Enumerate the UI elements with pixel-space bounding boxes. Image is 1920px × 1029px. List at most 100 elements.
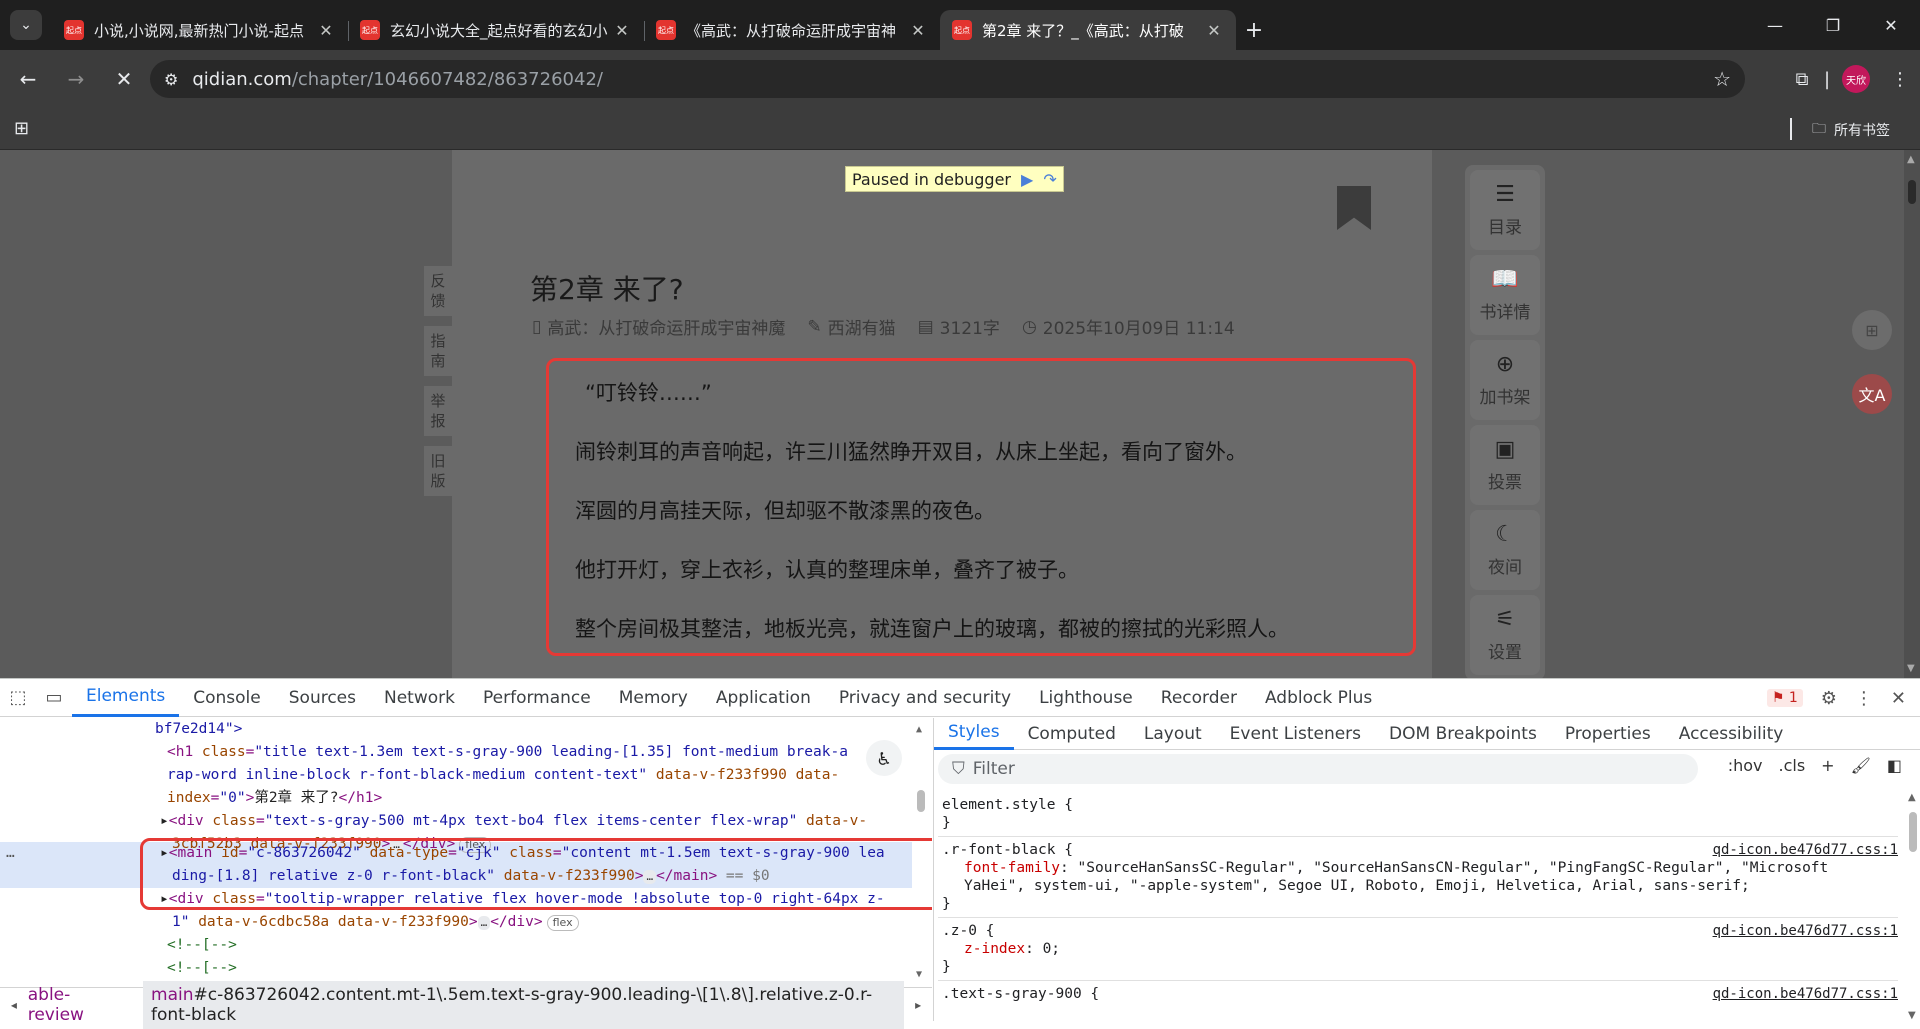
- css-declaration[interactable]: z-index: 0;: [942, 940, 1898, 958]
- close-icon[interactable]: ✕: [612, 21, 632, 40]
- tab-network[interactable]: Network: [370, 679, 469, 717]
- devtools-actions: ⚑ 1 ⚙ ⋮ ✕: [1766, 679, 1920, 717]
- restore-icon[interactable]: ❐: [1804, 0, 1862, 50]
- tab-application[interactable]: Application: [702, 679, 825, 717]
- tab-lighthouse[interactable]: Lighthouse: [1025, 679, 1147, 717]
- all-bookmarks-button[interactable]: 🗀 所有书签: [1812, 118, 1890, 142]
- accessibility-tree-icon[interactable]: ♿: [866, 740, 902, 776]
- css-declaration[interactable]: font-family: "SourceHanSansSC-Regular", …: [942, 859, 1862, 895]
- tab-accessibility[interactable]: Accessibility: [1665, 718, 1798, 750]
- tree-line-h1[interactable]: <h1 class="title text-1.3em text-s-gray-…: [167, 741, 848, 764]
- tab-styles[interactable]: Styles: [934, 718, 1014, 750]
- tab-sources[interactable]: Sources: [275, 679, 370, 717]
- tab-search-button[interactable]: ⌄: [10, 10, 42, 40]
- breadcrumb-item-current[interactable]: main#c-863726042.content.mt-1\.5em.text-…: [143, 980, 905, 1029]
- paint-icon[interactable]: 🖌: [1851, 756, 1871, 775]
- step-over-icon[interactable]: ↷: [1043, 170, 1056, 189]
- favicon-icon: 起点: [656, 20, 676, 40]
- breadcrumb-item[interactable]: able-review: [28, 985, 119, 1025]
- old-version-link[interactable]: 旧 版: [424, 446, 452, 496]
- translate-icon[interactable]: 文A: [1852, 374, 1892, 414]
- device-toolbar-icon[interactable]: ▭: [36, 687, 72, 708]
- pen-icon: ✎: [807, 316, 822, 337]
- issues-badge[interactable]: ⚑ 1: [1766, 689, 1803, 707]
- tab-2[interactable]: 起点 《高武：从打破命运肝成宇宙神 ✕: [644, 10, 940, 50]
- inspect-element-icon[interactable]: ⬚: [0, 687, 36, 708]
- page-scrollbar[interactable]: ▲ ▼: [1904, 150, 1920, 678]
- tab-adblock[interactable]: Adblock Plus: [1251, 679, 1386, 717]
- back-button[interactable]: ←: [8, 59, 48, 99]
- report-link[interactable]: 举 报: [424, 386, 452, 436]
- star-icon[interactable]: ☆: [1713, 67, 1731, 91]
- site-info-icon[interactable]: ⚙: [164, 70, 178, 89]
- profile-avatar[interactable]: 天欣: [1842, 65, 1870, 93]
- more-menu-icon[interactable]: ⋮: [1880, 69, 1920, 90]
- tab-0[interactable]: 起点 小说,小说网,最新热门小说-起点 ✕: [52, 10, 349, 50]
- favicon-icon: 起点: [360, 20, 380, 40]
- tab-event-listeners[interactable]: Event Listeners: [1216, 718, 1375, 750]
- grid-add-icon[interactable]: ⊞: [1852, 310, 1892, 350]
- settings-button[interactable]: ⚟ 设置: [1470, 595, 1540, 675]
- plus-icon[interactable]: +: [1821, 756, 1834, 775]
- resume-icon[interactable]: ▶: [1021, 170, 1033, 189]
- elements-scrollbar[interactable]: ▲ ▼: [914, 718, 928, 986]
- apps-grid-icon[interactable]: ⊞: [14, 118, 29, 139]
- new-tab-button[interactable]: +: [1236, 10, 1272, 50]
- night-mode-button[interactable]: ☾ 夜间: [1470, 510, 1540, 590]
- toc-button[interactable]: ☰ 目录: [1470, 170, 1540, 250]
- styles-scrollbar[interactable]: ▲ ▼: [1906, 792, 1920, 1021]
- scroll-down-icon[interactable]: ▼: [1907, 663, 1915, 674]
- css-source-link[interactable]: qd-icon.be476d77.css:1: [1713, 985, 1898, 1003]
- sidebar-toggle-icon[interactable]: ◧: [1887, 756, 1902, 775]
- forward-button[interactable]: →: [56, 59, 96, 99]
- close-icon[interactable]: ✕: [1204, 21, 1224, 40]
- filter-icon: ⛉: [952, 759, 965, 779]
- meta-author[interactable]: ✎ 西湖有猫: [807, 314, 895, 340]
- stop-button[interactable]: ✕: [104, 59, 144, 99]
- row-options-icon[interactable]: …: [6, 842, 15, 865]
- scroll-thumb[interactable]: [1908, 180, 1916, 204]
- tab-elements[interactable]: Elements: [72, 679, 180, 717]
- tab-recorder[interactable]: Recorder: [1147, 679, 1251, 717]
- tree-line-div[interactable]: ▸<div class="text-s-gray-500 mt-4px text…: [160, 810, 867, 833]
- chapter-title: 第2章 来了?: [530, 273, 684, 306]
- chapter-content: “叮铃铃……” 闹铃刺耳的声音响起，许三川猛然睁开双目，从床上坐起，看向了窗外。…: [575, 364, 1441, 659]
- add-shelf-button[interactable]: ⊕ 加书架: [1470, 340, 1540, 420]
- minimize-icon[interactable]: —: [1746, 0, 1804, 50]
- gear-icon[interactable]: ⚙: [1821, 688, 1837, 709]
- close-icon[interactable]: ✕: [316, 21, 336, 40]
- tab-computed[interactable]: Computed: [1014, 718, 1130, 750]
- close-window-icon[interactable]: ✕: [1862, 0, 1920, 50]
- tab-performance[interactable]: Performance: [469, 679, 605, 717]
- tab-console[interactable]: Console: [179, 679, 275, 717]
- tab-properties[interactable]: Properties: [1551, 718, 1665, 750]
- styles-filter-input[interactable]: ⛉ Filter: [938, 754, 1698, 784]
- address-bar[interactable]: ⚙ qidian.com/chapter/1046607482/86372604…: [150, 60, 1745, 98]
- vote-button[interactable]: ▣ 投票: [1470, 425, 1540, 505]
- tab-3-active[interactable]: 起点 第2章 来了？_《高武：从打破 ✕: [940, 10, 1236, 50]
- class-toggle[interactable]: .cls: [1778, 756, 1805, 775]
- css-source-link[interactable]: qd-icon.be476d77.css:1: [1713, 841, 1898, 859]
- meta-book[interactable]: ▯ 高武：从打破命运肝成宇宙神魔: [532, 314, 785, 340]
- moon-icon: ☾: [1495, 522, 1515, 547]
- more-options-icon[interactable]: ⋮: [1855, 688, 1873, 709]
- tab-layout[interactable]: Layout: [1130, 718, 1216, 750]
- tab-1[interactable]: 起点 玄幻小说大全_起点好看的玄幻小 ✕: [348, 10, 645, 50]
- css-source-link[interactable]: qd-icon.be476d77.css:1: [1713, 922, 1898, 940]
- feedback-link[interactable]: 反 馈: [424, 266, 452, 316]
- chevron-left-icon[interactable]: ◂: [0, 998, 28, 1012]
- tab-dom-breakpoints[interactable]: DOM Breakpoints: [1375, 718, 1551, 750]
- book-detail-button[interactable]: 📖 书详情: [1470, 255, 1540, 335]
- tab-memory[interactable]: Memory: [605, 679, 702, 717]
- url-text[interactable]: qidian.com/chapter/1046607482/863726042/: [192, 69, 1713, 90]
- close-icon[interactable]: ✕: [908, 21, 928, 40]
- close-icon[interactable]: ✕: [1891, 688, 1906, 709]
- chevron-right-icon[interactable]: ▸: [904, 998, 932, 1012]
- tree-line: rap-word inline-block r-font-black-mediu…: [167, 767, 840, 783]
- tab-privacy[interactable]: Privacy and security: [825, 679, 1025, 717]
- extensions-icon[interactable]: ⧉: [1782, 69, 1822, 90]
- hover-state-toggle[interactable]: :hov: [1728, 756, 1763, 775]
- css-rule: .text-s-gray-900 { qd-icon.be476d77.css:…: [942, 985, 1898, 1003]
- scroll-up-icon[interactable]: ▲: [1907, 154, 1915, 165]
- guide-link[interactable]: 指 南: [424, 326, 452, 376]
